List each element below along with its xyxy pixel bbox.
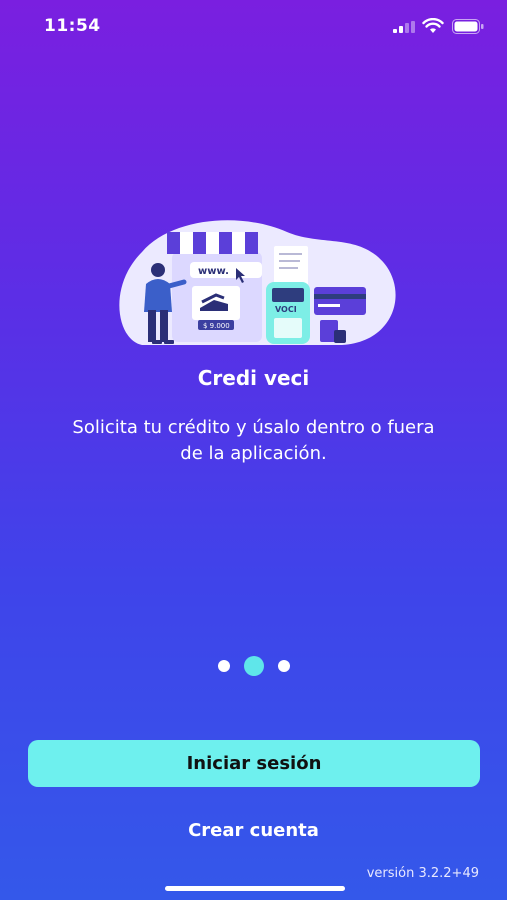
status-bar: 11:54 bbox=[0, 0, 507, 54]
signal-icon bbox=[393, 21, 415, 33]
version-label: versión 3.2.2+49 bbox=[366, 866, 479, 881]
home-indicator[interactable] bbox=[165, 886, 345, 891]
online-store-illustration: www. $ 9.000 VOCI bbox=[119, 220, 396, 345]
page-dot[interactable] bbox=[217, 660, 230, 672]
pos-label: VOCI bbox=[275, 305, 297, 314]
url-label: www. bbox=[198, 266, 229, 277]
login-button[interactable]: Iniciar sesión bbox=[28, 740, 480, 787]
page-dot-active[interactable] bbox=[243, 656, 264, 676]
status-time: 11:54 bbox=[44, 16, 101, 36]
page-indicator bbox=[0, 656, 507, 676]
page-dot[interactable] bbox=[277, 660, 290, 672]
onboarding-subtitle: Solicita tu crédito y úsalo dentro o fue… bbox=[72, 417, 435, 464]
price-label: $ 9.000 bbox=[203, 322, 230, 330]
onboarding-title: Credi veci bbox=[197, 366, 310, 390]
create-account-link[interactable]: Crear cuenta bbox=[0, 820, 507, 841]
wifi-icon bbox=[422, 18, 444, 33]
battery-icon bbox=[452, 19, 484, 34]
